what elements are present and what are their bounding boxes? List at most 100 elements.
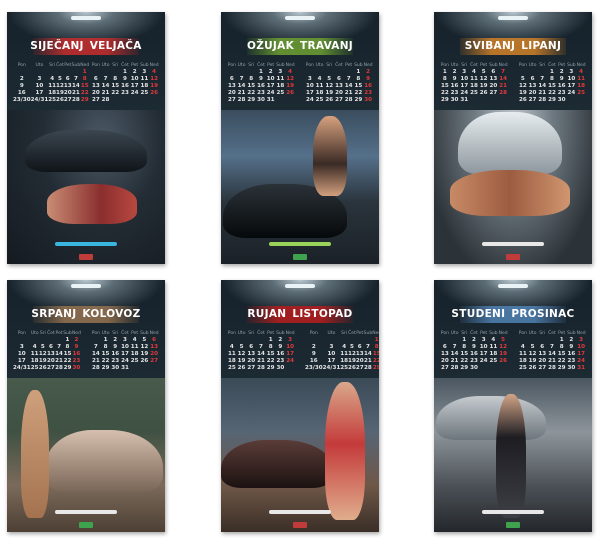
month-name: SRPANJ — [31, 308, 77, 320]
weekday-label: Čet — [470, 63, 478, 68]
day-cell: 7 — [259, 344, 263, 350]
day-cell: 22 — [266, 358, 275, 364]
weekday-label: Sub — [140, 63, 149, 68]
day-cell — [489, 97, 499, 104]
day-cell: 14 — [538, 83, 547, 89]
week-row: 10 11 12 13 14 15 16 — [305, 83, 373, 90]
day-cell: 28 — [55, 365, 63, 371]
day-cell: 16 — [111, 351, 120, 357]
month-name: SVIBANJ — [464, 40, 516, 52]
day-cell: 12 — [150, 76, 158, 82]
model-figure — [325, 382, 365, 520]
weekday-label: Sub — [140, 331, 149, 336]
day-cell: 30 — [470, 365, 478, 371]
calendar-sheet[interactable]: RUJAN LISTOPAD Pon Uto Sri Čet Pet Sub Ned 1 2 3 4 5 6… — [221, 280, 379, 532]
day-cell: 4 — [472, 69, 476, 75]
day-cell — [479, 97, 489, 104]
day-cell: 19 — [348, 358, 356, 364]
day-cell: 18 — [30, 358, 39, 364]
day-cell: 11 — [470, 76, 478, 82]
model-figure — [313, 116, 347, 196]
day-cell: 12 — [528, 351, 537, 357]
day-cell: 15 — [80, 83, 89, 89]
car-image — [25, 130, 147, 172]
day-cell: 30 — [450, 97, 459, 103]
day-cell: 27 — [63, 97, 72, 103]
day-cell — [356, 337, 364, 344]
day-cell: 19 — [325, 90, 334, 96]
day-cell: 11 — [48, 83, 57, 89]
lamp-icon — [285, 284, 315, 288]
day-cell: 4 — [342, 344, 347, 350]
weekday-label: Ned — [372, 331, 379, 336]
day-cell: 24 — [121, 358, 129, 364]
weekday-label: Pet — [558, 63, 566, 68]
day-cell: 27 — [150, 358, 158, 364]
weekday-label: Ned — [576, 331, 586, 336]
day-cell: 4 — [152, 69, 157, 75]
day-cell: 16 — [257, 83, 265, 89]
lamp-icon — [71, 284, 101, 288]
day-cell: 15 — [247, 83, 256, 89]
right-month-grid: PonUtoSriČetPetSubNed1234567891011121314… — [305, 62, 373, 104]
week-row: 16 17 18 19 20 21 22 — [305, 358, 379, 365]
day-cell — [489, 365, 499, 372]
day-cell: 29 — [63, 365, 72, 371]
day-cell: 19 — [140, 351, 149, 357]
day-cell: 23 — [557, 90, 566, 96]
logo-badge — [79, 254, 93, 260]
day-cell — [246, 337, 256, 344]
weekday-label: Sri — [461, 63, 468, 68]
day-cell: 6 — [337, 76, 341, 82]
day-cell: 17 — [17, 358, 26, 364]
weekday-label: Pon — [17, 63, 26, 68]
day-cell — [256, 337, 266, 344]
weekday-label: Čet — [335, 63, 343, 68]
day-cell: 24/31 — [13, 365, 31, 371]
week-row: 12 — [305, 69, 373, 76]
weekday-label: Uto — [237, 331, 246, 336]
day-cell: 11 — [140, 76, 149, 82]
day-cell: 9 — [559, 76, 564, 82]
left-month-grid: Pon Uto Sri Čet Pet Sub Ned 1 2 3 4 5 6 7 8 9 10 11 12 13 14… — [13, 330, 81, 372]
day-cell: 2 — [113, 337, 118, 343]
weekday-label: Sri — [112, 331, 119, 336]
weekday-label: Pon — [227, 331, 236, 336]
model-figure — [21, 390, 49, 518]
day-cell: 6 — [491, 69, 496, 75]
day-cell: 18 — [470, 83, 478, 89]
day-cell: 19 — [56, 90, 64, 96]
day-cell: 8 — [374, 344, 379, 350]
day-cell: 21 — [237, 90, 246, 96]
day-cell: 16 — [309, 358, 318, 364]
weekday-label: Sri — [341, 331, 348, 336]
weekday-label: Pet — [345, 63, 353, 68]
week-row: 23/30 24/31 25 26 27 28 29 — [305, 365, 379, 372]
calendar-sheet[interactable]: SRPANJ KOLOVOZ Pon Uto Sri Čet Pet Sub Ned 1 2 3 4 5 6… — [7, 280, 165, 532]
day-cell: 24/31 — [322, 365, 341, 371]
calendar-sheet[interactable]: SVIBANJ LIPANJ Pon Uto Sri Čet Pet Sub Ned 1 2 3 4 5 6… — [434, 12, 592, 264]
week-row: 11 12 13 14 15 16 17 — [518, 351, 586, 358]
weekday-label: Ned — [71, 331, 81, 336]
day-cell: 21 — [364, 358, 372, 364]
day-cell — [537, 69, 547, 76]
day-cell: 12 — [237, 351, 246, 357]
calendar-sheet[interactable]: OŽUJAK TRAVANJ Pon Uto Sri Čet Pet Sub Ned 1 2 3 4 6 7… — [221, 12, 379, 264]
weekday-label: Pet — [55, 331, 63, 336]
calendar-sheet[interactable]: SIJEČANJ VELJAČA Pon Uto Sri Čet Pet Sub Ned 1 2 3 4… — [7, 12, 165, 264]
day-cell: 30 — [567, 365, 576, 371]
day-cell: 13 — [91, 83, 100, 89]
day-cell: 28 — [344, 97, 353, 103]
day-cell: 6 — [229, 76, 234, 82]
day-cell: 9 — [366, 76, 371, 82]
day-cell: 28 — [72, 97, 80, 103]
calendar-sheet[interactable]: STUDENI PROSINAC Pon Uto Sri Čet Pet Sub Ned 1 2 3 4… — [434, 280, 592, 532]
month-titles: OŽUJAK TRAVANJ — [221, 40, 379, 52]
footer-strip — [482, 242, 544, 246]
day-cell: 23 — [364, 90, 372, 96]
week-row: 26 27 28 29 30 — [518, 97, 586, 104]
month-name: TRAVANJ — [300, 40, 354, 52]
day-cell — [149, 365, 159, 372]
day-cell: 7 — [501, 69, 506, 75]
day-cell: 27 — [335, 97, 343, 103]
